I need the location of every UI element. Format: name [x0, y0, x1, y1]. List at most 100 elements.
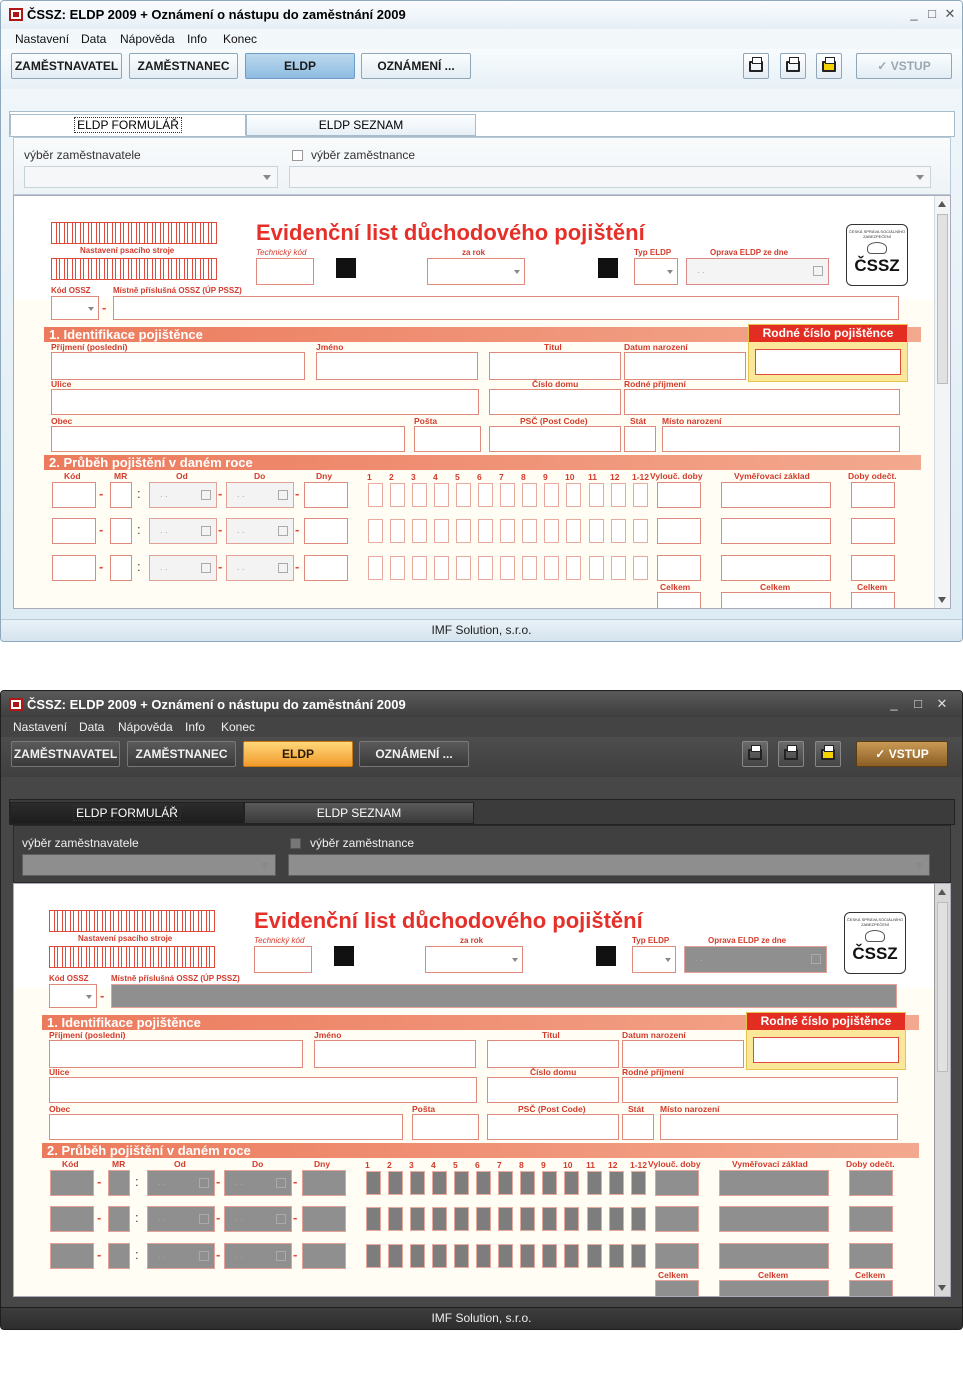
do-date[interactable]: . . [226, 518, 294, 544]
month-cell[interactable] [631, 1171, 646, 1195]
printer-icon[interactable] [743, 53, 769, 79]
month-cell[interactable] [631, 1244, 646, 1268]
titul-field[interactable] [487, 1040, 619, 1068]
oprava-date[interactable]: . . [686, 258, 829, 285]
doby-field[interactable] [851, 518, 895, 544]
month-cell[interactable] [368, 519, 383, 543]
month-cell[interactable] [388, 1171, 403, 1195]
prijmeni-field[interactable] [51, 352, 305, 380]
kod-ossz-select[interactable] [51, 296, 99, 320]
month-cell[interactable] [368, 483, 383, 507]
kod-field[interactable] [50, 1243, 94, 1269]
menu-nastaveni[interactable]: Nastavení [13, 720, 67, 734]
stat-field[interactable] [622, 1114, 654, 1140]
oprava-date[interactable]: . . [684, 946, 827, 973]
month-cell[interactable] [456, 556, 471, 580]
mr-field[interactable] [110, 482, 132, 508]
close-icon[interactable]: ✕ [935, 696, 949, 712]
mistne-ossz-field[interactable] [111, 984, 897, 1008]
month-cell[interactable] [611, 556, 626, 580]
dny-field[interactable] [302, 1243, 346, 1269]
month-cell[interactable] [589, 519, 604, 543]
vylouc-field[interactable] [657, 555, 701, 581]
menu-data[interactable]: Data [79, 720, 104, 734]
month-cell[interactable] [611, 483, 626, 507]
tab-eldp-seznam[interactable]: ELDP SEZNAM [246, 114, 476, 136]
month-cell[interactable] [366, 1207, 381, 1231]
posta-field[interactable] [412, 1114, 479, 1140]
printer-yellow-icon[interactable] [815, 741, 841, 767]
posta-field[interactable] [414, 426, 481, 452]
scroll-down-icon[interactable] [938, 597, 946, 603]
month-cell[interactable] [609, 1207, 624, 1231]
tab-eldp-seznam[interactable]: ELDP SEZNAM [244, 802, 474, 824]
menu-data[interactable]: Data [81, 32, 106, 46]
month-cell[interactable] [566, 519, 581, 543]
scroll-thumb[interactable] [937, 214, 948, 384]
vylouc-field[interactable] [657, 518, 701, 544]
technicky-kod-field[interactable] [256, 258, 314, 285]
month-cell[interactable] [476, 1244, 491, 1268]
month-cell[interactable] [522, 519, 537, 543]
month-cell[interactable] [498, 1244, 513, 1268]
month-cell[interactable] [566, 483, 581, 507]
tab-eldp-formular[interactable]: ELDP FORMULÁŘ [10, 114, 246, 136]
menu-info[interactable]: Info [185, 720, 205, 734]
jmeno-field[interactable] [314, 1040, 476, 1068]
month-cell[interactable] [498, 1171, 513, 1195]
oznameni-button[interactable]: OZNÁMENÍ ... [359, 741, 469, 767]
month-cell[interactable] [542, 1244, 557, 1268]
month-cell[interactable] [520, 1244, 535, 1268]
do-date[interactable]: . . [226, 482, 294, 508]
od-date[interactable]: . . [147, 1206, 215, 1232]
celkem-vylouc-field[interactable] [655, 1280, 699, 1296]
kod-field[interactable] [52, 482, 96, 508]
month-cell[interactable] [520, 1207, 535, 1231]
scroll-down-icon[interactable] [938, 1285, 946, 1291]
celkem-vymer-field[interactable] [721, 592, 831, 608]
month-cell[interactable] [456, 483, 471, 507]
month-cell[interactable] [522, 483, 537, 507]
kod-field[interactable] [50, 1206, 94, 1232]
month-cell[interactable] [542, 1171, 557, 1195]
form-scrollbar[interactable] [934, 196, 950, 608]
vylouc-field[interactable] [655, 1170, 699, 1196]
month-cell[interactable] [544, 519, 559, 543]
od-date[interactable]: . . [147, 1170, 215, 1196]
datum-narozeni-field[interactable] [622, 1040, 744, 1068]
do-date[interactable]: . . [224, 1206, 292, 1232]
zamestnavatel-button[interactable]: ZAMĚSTNAVATEL [11, 741, 120, 767]
kod-field[interactable] [50, 1170, 94, 1196]
month-cell[interactable] [542, 1207, 557, 1231]
celkem-vymer-field[interactable] [719, 1280, 829, 1296]
month-cell[interactable] [388, 1207, 403, 1231]
rodne-cislo-field[interactable] [753, 1037, 899, 1063]
menu-info[interactable]: Info [187, 32, 207, 46]
dny-field[interactable] [304, 555, 348, 581]
od-date[interactable]: . . [149, 482, 217, 508]
tab-eldp-formular[interactable]: ELDP FORMULÁŘ [10, 802, 244, 824]
mr-field[interactable] [108, 1170, 130, 1196]
kod-field[interactable] [52, 518, 96, 544]
month-cell[interactable] [520, 1171, 535, 1195]
month-cell[interactable] [476, 1171, 491, 1195]
month-cell[interactable] [454, 1207, 469, 1231]
month-cell[interactable] [456, 519, 471, 543]
vymer-field[interactable] [719, 1206, 829, 1232]
month-cell[interactable] [388, 1244, 403, 1268]
do-date[interactable]: . . [226, 555, 294, 581]
menu-napoveda[interactable]: Nápověda [118, 720, 173, 734]
month-cell[interactable] [498, 1207, 513, 1231]
month-cell[interactable] [432, 1244, 447, 1268]
vymer-field[interactable] [721, 482, 831, 508]
vymer-field[interactable] [719, 1170, 829, 1196]
maximize-icon[interactable]: □ [925, 6, 939, 21]
menu-napoveda[interactable]: Nápověda [120, 32, 175, 46]
month-cell[interactable] [500, 556, 515, 580]
rodne-prijmeni-field[interactable] [622, 1077, 898, 1103]
datum-narozeni-field[interactable] [624, 352, 746, 380]
month-cell[interactable] [412, 556, 427, 580]
month-cell[interactable] [478, 556, 493, 580]
jmeno-field[interactable] [316, 352, 478, 380]
month-cell[interactable] [434, 556, 449, 580]
